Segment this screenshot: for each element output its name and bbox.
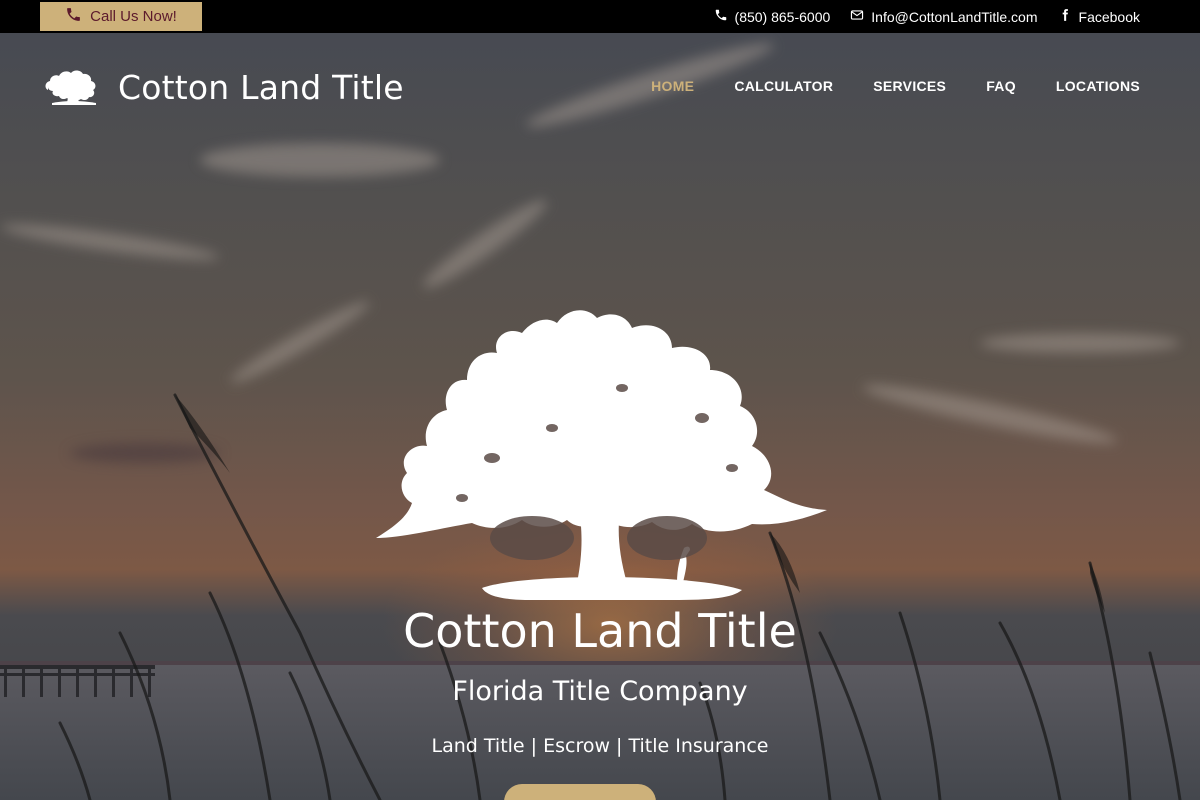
nav-item-services[interactable]: SERVICES: [873, 78, 946, 94]
facebook-label: Facebook: [1078, 8, 1140, 25]
email-link[interactable]: Info@CottonLandTitle.com: [850, 8, 1038, 25]
cloud: [860, 376, 1120, 452]
cloud: [70, 443, 220, 463]
nav-item-faq[interactable]: FAQ: [986, 78, 1016, 94]
envelope-icon: [850, 8, 864, 25]
phone-number: (850) 865-6000: [734, 8, 831, 25]
hero-tagline: Land Title | Escrow | Title Insurance: [431, 735, 769, 757]
top-bar: Call Us Now! (850) 865-6000 Info@CottonL…: [0, 0, 1200, 33]
phone-icon: [714, 8, 728, 25]
email-address: Info@CottonLandTitle.com: [871, 8, 1038, 25]
cloud: [0, 217, 221, 267]
phone-icon: [65, 6, 82, 27]
phone-link[interactable]: (850) 865-6000: [714, 8, 831, 25]
call-us-button[interactable]: Call Us Now!: [40, 2, 202, 31]
facebook-icon: [1058, 8, 1072, 25]
hero-title: Cotton Land Title: [403, 604, 797, 658]
cloud: [417, 191, 553, 297]
cloud: [200, 143, 440, 177]
nav-item-home[interactable]: HOME: [651, 78, 694, 94]
nav-item-calculator[interactable]: CALCULATOR: [734, 78, 833, 94]
oak-tree-hero-logo: [376, 310, 827, 600]
nav-item-locations[interactable]: LOCATIONS: [1056, 78, 1140, 94]
facebook-link[interactable]: Facebook: [1058, 8, 1140, 25]
call-us-label: Call Us Now!: [90, 8, 177, 25]
main-nav: HOME CALCULATOR SERVICES FAQ LOCATIONS: [651, 78, 1140, 94]
cloud: [980, 333, 1180, 353]
oak-tree-logo: [42, 66, 104, 108]
hero-cta-button[interactable]: [504, 784, 656, 800]
brand-name: Cotton Land Title: [118, 67, 404, 107]
cloud: [226, 294, 374, 390]
brand[interactable]: Cotton Land Title: [42, 66, 404, 108]
hero-subtitle: Florida Title Company: [452, 676, 748, 707]
